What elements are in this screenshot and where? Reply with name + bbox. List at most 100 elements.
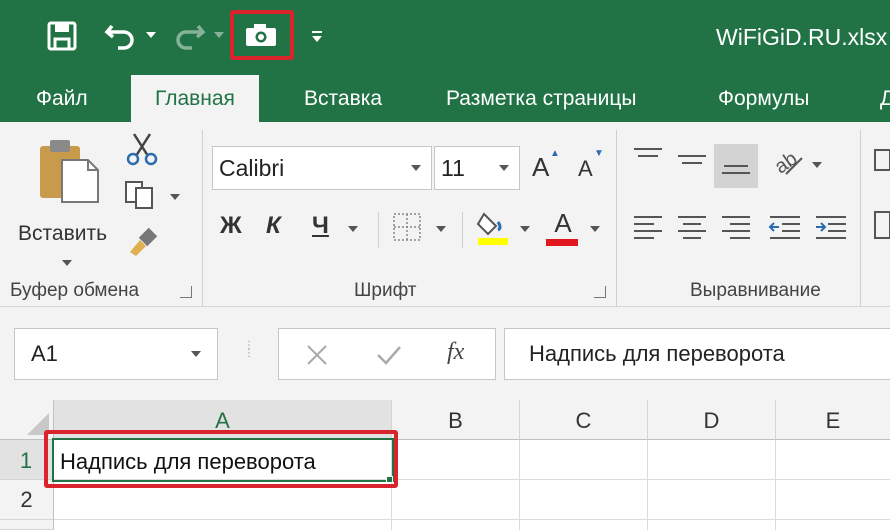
cell-highlight-frame: [44, 430, 398, 488]
decrease-indent-icon[interactable]: [768, 214, 802, 240]
name-box-dropdown-icon[interactable]: [191, 351, 201, 357]
font-color-button[interactable]: A: [546, 208, 580, 248]
font-group-label: Шрифт: [354, 280, 417, 301]
column-header-b[interactable]: B: [392, 400, 520, 440]
tab-home[interactable]: Главная: [131, 75, 259, 122]
bold-button[interactable]: Ж: [220, 212, 242, 240]
cell-d2[interactable]: [648, 480, 776, 520]
font-size-value: 11: [441, 155, 465, 181]
name-box-value: A1: [31, 341, 58, 366]
cell-c2[interactable]: [520, 480, 648, 520]
tab-data[interactable]: Д: [878, 75, 890, 122]
clipboard-group-label: Буфер обмена: [10, 280, 140, 301]
customize-icon[interactable]: [310, 30, 324, 44]
cell-b3[interactable]: [392, 520, 520, 530]
redo-icon: [172, 20, 206, 50]
font-color-swatch: [546, 239, 578, 246]
cell-d1[interactable]: [648, 440, 776, 480]
font-dialog-launcher[interactable]: [594, 286, 606, 298]
cell-b1[interactable]: [392, 440, 520, 480]
ribbon-separator: [202, 130, 203, 306]
font-name-dropdown-icon[interactable]: [411, 165, 421, 171]
font-name-value: Calibri: [219, 155, 285, 181]
borders-dropdown-icon[interactable]: [436, 226, 446, 232]
orientation-icon[interactable]: ab: [770, 144, 806, 178]
row-header-3[interactable]: [0, 520, 54, 530]
tab-file[interactable]: Файл: [34, 75, 90, 122]
paste-label: Вставить: [18, 222, 108, 245]
font-name-combo[interactable]: Calibri: [212, 146, 432, 190]
cell-e2[interactable]: [776, 480, 890, 520]
font-inner-separator: [462, 212, 463, 248]
paste-button[interactable]: Вставить: [14, 136, 124, 276]
orientation-dropdown-icon[interactable]: [812, 162, 822, 168]
tab-insert[interactable]: Вставка: [302, 75, 384, 122]
increase-indent-icon[interactable]: [814, 214, 848, 240]
italic-button[interactable]: К: [266, 212, 281, 240]
ribbon-separator: [860, 130, 861, 306]
title-bar: WiFiGiD.RU.xlsx: [0, 0, 890, 75]
cell-d3[interactable]: [648, 520, 776, 530]
align-bottom-button[interactable]: [714, 144, 758, 188]
tab-page-layout[interactable]: Разметка страницы: [444, 75, 639, 122]
format-painter-icon[interactable]: [126, 226, 158, 256]
align-right-icon[interactable]: [720, 214, 752, 240]
clipboard-dialog-launcher[interactable]: [180, 286, 192, 298]
camera-highlight-frame: [230, 10, 294, 60]
cell-c3[interactable]: [520, 520, 648, 530]
increase-font-label: A: [532, 152, 550, 182]
cell-e1[interactable]: [776, 440, 890, 480]
cell-b2[interactable]: [392, 480, 520, 520]
formula-bar-area: A1 ⋮ ⋮ fx Надпись для переворота: [0, 308, 890, 400]
window-title: WiFiGiD.RU.xlsx: [716, 24, 888, 50]
save-icon[interactable]: [46, 20, 78, 52]
align-center-icon[interactable]: [676, 214, 708, 240]
column-header-e[interactable]: E: [776, 400, 890, 440]
column-header-c[interactable]: C: [520, 400, 648, 440]
cut-icon[interactable]: [126, 132, 158, 166]
borders-icon[interactable]: [392, 212, 422, 242]
caret-down-icon: ▼: [594, 148, 604, 159]
enter-icon[interactable]: [375, 343, 403, 367]
paste-icon: [40, 140, 99, 203]
insert-function-button[interactable]: fx: [447, 339, 464, 366]
redo-dropdown-icon: [214, 32, 224, 38]
fill-color-icon[interactable]: [476, 208, 510, 246]
font-color-label: A: [554, 208, 572, 238]
decrease-font-button[interactable]: A ▼: [578, 148, 604, 182]
underline-button[interactable]: Ч: [312, 212, 329, 240]
ribbon-tabs: Файл Главная Вставка Разметка страницы Ф…: [0, 75, 890, 122]
merge-cells-icon[interactable]: [874, 210, 890, 240]
formula-buttons: fx: [278, 328, 496, 380]
font-color-dropdown-icon[interactable]: [590, 226, 600, 232]
splitter-handle-icon[interactable]: ⋮ ⋮: [244, 341, 254, 368]
column-header-d[interactable]: D: [648, 400, 776, 440]
font-inner-separator: [378, 212, 379, 248]
alignment-group-label: Выравнивание: [690, 280, 821, 301]
undo-icon[interactable]: [104, 20, 138, 50]
wrap-text-icon[interactable]: [874, 148, 890, 172]
copy-dropdown-icon[interactable]: [170, 194, 180, 200]
fill-color-dropdown-icon[interactable]: [520, 226, 530, 232]
formula-input-value: Надпись для переворота: [529, 341, 785, 366]
align-middle-icon[interactable]: [676, 148, 708, 172]
align-top-icon[interactable]: [632, 146, 664, 170]
font-size-dropdown-icon[interactable]: [499, 165, 509, 171]
name-box[interactable]: A1: [14, 328, 218, 380]
align-bottom-icon: [722, 165, 750, 174]
copy-icon[interactable]: [124, 180, 156, 210]
tab-formulas[interactable]: Формулы: [716, 75, 811, 122]
undo-dropdown-icon[interactable]: [146, 32, 156, 38]
cell-a3[interactable]: [54, 520, 392, 530]
caret-up-icon: ▲: [550, 148, 560, 159]
font-size-combo[interactable]: 11: [434, 146, 520, 190]
align-left-icon[interactable]: [632, 214, 664, 240]
underline-dropdown-icon[interactable]: [348, 226, 358, 232]
increase-font-button[interactable]: A ▲: [532, 148, 560, 183]
cancel-icon[interactable]: [305, 343, 329, 367]
decrease-font-label: A: [578, 156, 593, 181]
ribbon: Вставить Буфер обмена Calibri 11 A ▲ A ▼…: [0, 122, 890, 307]
formula-input[interactable]: Надпись для переворота: [504, 328, 890, 380]
paste-dropdown-icon[interactable]: [62, 260, 72, 266]
cell-c1[interactable]: [520, 440, 648, 480]
